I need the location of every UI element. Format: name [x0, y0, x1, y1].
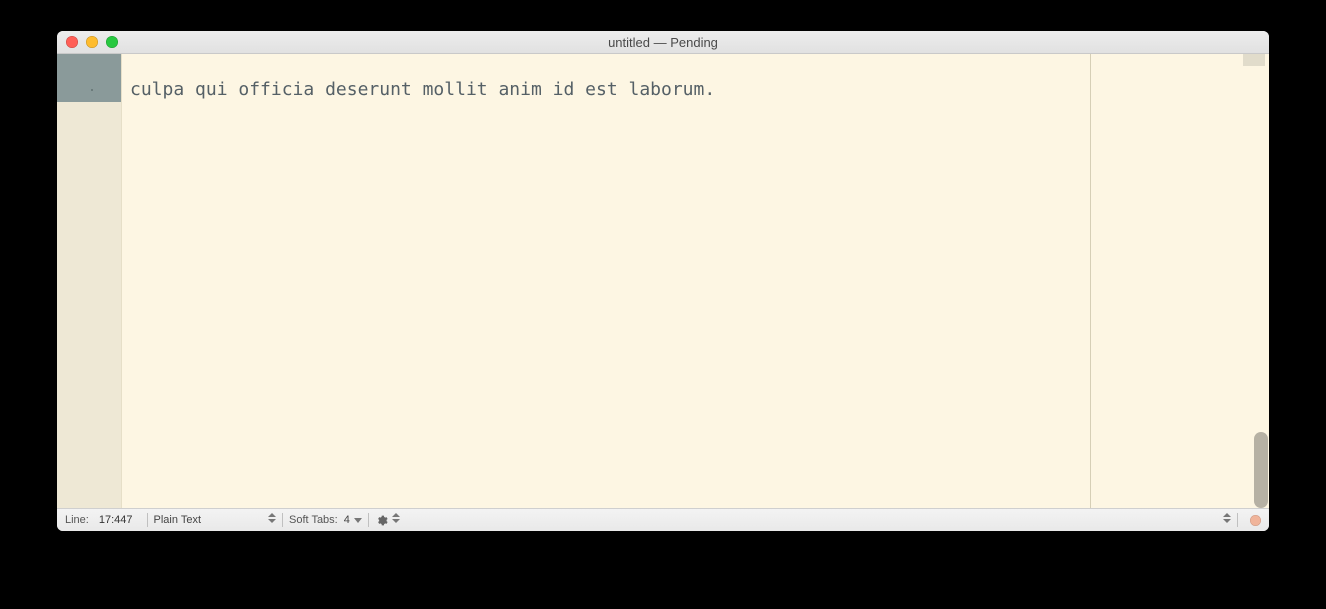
- unsaved-indicator[interactable]: [1250, 515, 1261, 526]
- tabs-value[interactable]: 4: [344, 514, 350, 526]
- tabs-label: Soft Tabs:: [289, 514, 338, 526]
- window-title: untitled — Pending: [57, 35, 1269, 50]
- separator: [282, 513, 283, 527]
- gutter[interactable]: [57, 54, 122, 508]
- line-value[interactable]: 17:447: [99, 514, 133, 526]
- separator: [368, 513, 369, 527]
- right-stepper-icon[interactable]: [1222, 513, 1231, 527]
- window-controls: [57, 36, 118, 48]
- editor-area[interactable]: culpa qui officia deserunt mollit anim i…: [57, 54, 1269, 508]
- separator: [147, 513, 148, 527]
- zoom-icon[interactable]: [106, 36, 118, 48]
- minimap-fragment[interactable]: [1243, 54, 1265, 66]
- statusbar: Line: 17:447 Plain Text Soft Tabs: 4: [57, 508, 1269, 531]
- text-view[interactable]: culpa qui officia deserunt mollit anim i…: [122, 54, 1269, 508]
- syntax-label: Plain Text: [154, 514, 202, 526]
- gear-icon: [375, 514, 388, 527]
- close-icon[interactable]: [66, 36, 78, 48]
- minimize-icon[interactable]: [86, 36, 98, 48]
- code-line[interactable]: culpa qui officia deserunt mollit anim i…: [130, 78, 715, 102]
- syntax-selector[interactable]: Plain Text: [154, 514, 202, 526]
- titlebar[interactable]: untitled — Pending: [57, 31, 1269, 54]
- separator: [1237, 513, 1238, 527]
- syntax-stepper-icon[interactable]: [267, 513, 276, 527]
- cursor-line-highlight: [57, 54, 121, 102]
- settings-button[interactable]: [375, 513, 401, 527]
- line-marker: [91, 89, 93, 91]
- ruler: [1090, 54, 1091, 508]
- editor-window: untitled — Pending culpa qui officia des…: [57, 31, 1269, 531]
- scroll-thumb[interactable]: [1254, 432, 1268, 508]
- settings-stepper-icon[interactable]: [392, 513, 401, 527]
- line-label: Line:: [65, 514, 89, 526]
- chevron-down-icon[interactable]: [354, 518, 362, 523]
